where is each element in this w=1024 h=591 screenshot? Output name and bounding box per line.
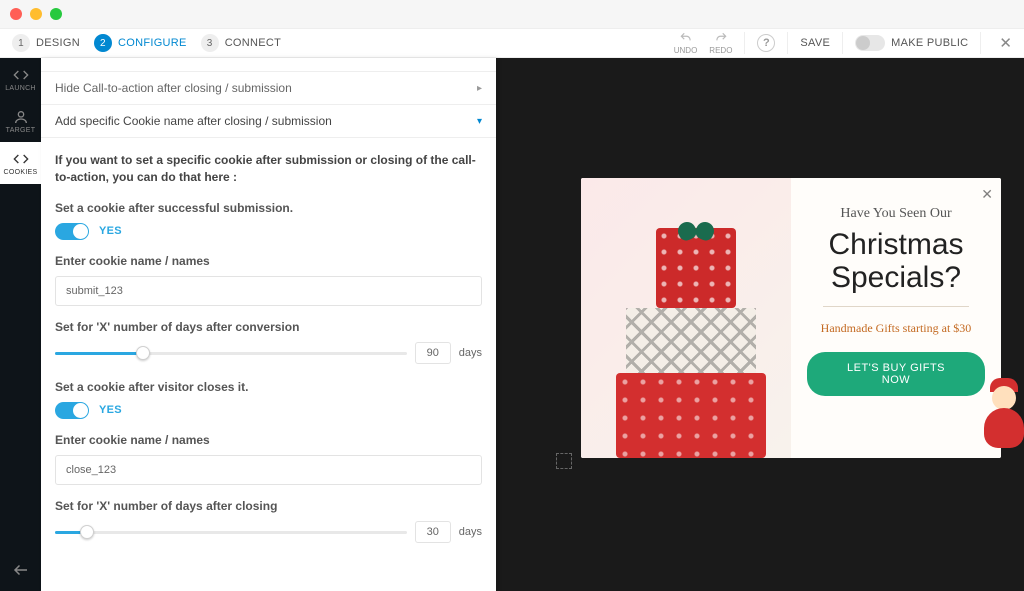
toolbar-sep: [842, 32, 843, 54]
submit-cookie-names-label: Enter cookie name / names: [55, 254, 482, 268]
chevron-right-icon: ▸: [477, 83, 482, 94]
top-toolbar: 1 DESIGN 2 CONFIGURE 3 CONNECT UNDO REDO…: [0, 28, 1024, 58]
undo-button[interactable]: UNDO: [674, 31, 698, 55]
arrow-left-icon: [12, 561, 30, 579]
submit-cookie-toggle-label: YES: [99, 225, 122, 237]
redo-label: REDO: [709, 47, 732, 55]
step-num: 1: [12, 34, 30, 52]
popup-offer: Handmade Gifts starting at $30: [807, 321, 985, 336]
popup-subhead: Have You Seen Our: [807, 206, 985, 222]
popup-divider: [823, 306, 969, 307]
undo-icon: [679, 31, 693, 45]
mac-titlebar: [0, 0, 1024, 28]
popup-cta-button[interactable]: LET'S BUY GIFTS NOW: [807, 352, 985, 396]
wizard-steps: 1 DESIGN 2 CONFIGURE 3 CONNECT: [6, 34, 281, 52]
close-days-unit: days: [459, 526, 482, 538]
popup-image: [581, 178, 791, 458]
window-close-dot[interactable]: [10, 8, 22, 20]
redo-button[interactable]: REDO: [709, 31, 732, 55]
make-public-toggle[interactable]: MAKE PUBLIC: [855, 35, 968, 51]
sidebar: LAUNCH TARGET COOKIES: [0, 58, 41, 591]
step-design[interactable]: 1 DESIGN: [12, 34, 80, 52]
step-label: CONNECT: [225, 37, 282, 49]
accordion-label: Add specific Cookie name after closing /…: [55, 114, 332, 128]
submit-cookie-heading: Set a cookie after successful submission…: [55, 201, 482, 215]
popup-content: Have You Seen Our ChristmasSpecials? Han…: [791, 178, 1001, 458]
accordion-add-cookie[interactable]: Add specific Cookie name after closing /…: [41, 105, 496, 138]
toolbar-sep: [980, 32, 981, 54]
toggle-track: [855, 35, 885, 51]
code-icon: [13, 67, 29, 83]
sidebar-item-label: TARGET: [6, 127, 36, 134]
close-cookie-toggle-label: YES: [99, 404, 122, 416]
redo-icon: [714, 31, 728, 45]
caret-down-icon: ▾: [477, 116, 482, 127]
popup-title: ChristmasSpecials?: [807, 228, 985, 294]
close-cookie-names-label: Enter cookie name / names: [55, 433, 482, 447]
submit-cookie-days-label: Set for 'X' number of days after convers…: [55, 320, 482, 334]
submit-cookie-names-input[interactable]: [55, 276, 482, 306]
step-configure[interactable]: 2 CONFIGURE: [94, 34, 187, 52]
make-public-label: MAKE PUBLIC: [891, 37, 968, 49]
accordion-label: Hide Call-to-action after closing / subm…: [55, 81, 292, 95]
sidebar-item-cookies[interactable]: COOKIES: [0, 142, 41, 184]
save-button[interactable]: SAVE: [800, 37, 830, 49]
window-max-dot[interactable]: [50, 8, 62, 20]
close-cookie-days-label: Set for 'X' number of days after closing: [55, 499, 482, 513]
close-cookie-heading: Set a cookie after visitor closes it.: [55, 380, 482, 394]
step-num: 3: [201, 34, 219, 52]
code-icon: [13, 151, 29, 167]
help-button[interactable]: ?: [757, 34, 775, 52]
accordion-hide-cta[interactable]: Hide Call-to-action after closing / subm…: [41, 72, 496, 105]
sidebar-item-target[interactable]: TARGET: [0, 100, 41, 142]
sidebar-back-button[interactable]: [0, 549, 41, 591]
preview-canvas: ✕ Have You Seen Our ChristmasSpecials? H…: [496, 58, 1024, 591]
popup-preview: ✕ Have You Seen Our ChristmasSpecials? H…: [581, 178, 1001, 458]
undo-label: UNDO: [674, 47, 698, 55]
close-cookie-toggle[interactable]: [55, 402, 89, 419]
popup-close-button[interactable]: ✕: [981, 186, 993, 203]
toolbar-right: UNDO REDO ? SAVE MAKE PUBLIC ✕: [674, 31, 1018, 55]
sidebar-item-launch[interactable]: LAUNCH: [0, 58, 41, 100]
close-days-slider[interactable]: [55, 522, 407, 542]
step-connect[interactable]: 3 CONNECT: [201, 34, 282, 52]
step-label: DESIGN: [36, 37, 80, 49]
toolbar-sep: [744, 32, 745, 54]
gift-stack-illustration: [606, 218, 766, 458]
close-days-value[interactable]: [415, 521, 451, 543]
submit-days-unit: days: [459, 347, 482, 359]
sidebar-item-label: LAUNCH: [5, 85, 36, 92]
edit-handle-icon[interactable]: [556, 453, 572, 469]
submit-cookie-toggle[interactable]: [55, 223, 89, 240]
close-cookie-names-input[interactable]: [55, 455, 482, 485]
submit-days-slider[interactable]: [55, 343, 407, 363]
santa-illustration: [980, 378, 1024, 448]
sidebar-item-label: COOKIES: [4, 169, 38, 176]
editor-close-button[interactable]: ✕: [993, 34, 1018, 52]
config-panel: Hide Call-to-action after closing / subm…: [41, 58, 496, 591]
user-icon: [13, 109, 29, 125]
accordion-body: If you want to set a specific cookie aft…: [41, 138, 496, 573]
lead-text: If you want to set a specific cookie aft…: [55, 152, 482, 187]
toolbar-sep: [787, 32, 788, 54]
window-min-dot[interactable]: [30, 8, 42, 20]
step-num: 2: [94, 34, 112, 52]
submit-days-value[interactable]: [415, 342, 451, 364]
step-label: CONFIGURE: [118, 37, 187, 49]
